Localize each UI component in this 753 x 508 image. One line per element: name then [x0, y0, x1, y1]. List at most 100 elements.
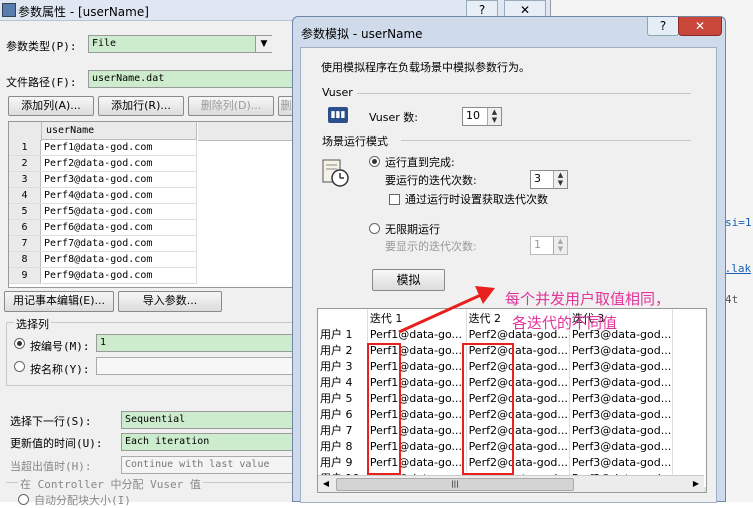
auto-allocate-label: 自动分配块大小(I)	[34, 494, 131, 507]
grid-row-number: 2	[9, 156, 41, 172]
update-value-select[interactable]: Each iteration	[121, 433, 293, 451]
grid-row-number: 4	[9, 188, 41, 204]
vuser-icon: ▮▮▮	[328, 107, 348, 123]
select-column-title: 选择列	[14, 316, 51, 332]
annotation-arrow	[398, 286, 495, 334]
grid-corner	[9, 122, 42, 141]
file-path-label: 文件路径(F):	[6, 76, 77, 89]
results-cell: Perf3@data-god...	[569, 407, 674, 423]
grid-cell[interactable]: Perf2@data-god.com	[42, 156, 197, 172]
display-iterations-value: 1	[534, 238, 541, 251]
results-empty-header	[673, 309, 706, 327]
close-button[interactable]: ✕	[678, 17, 722, 36]
iterations-label: 要运行的迭代次数:	[385, 174, 477, 187]
background-text-fragment: si=1	[725, 216, 752, 229]
scrollbar-thumb[interactable]: |||	[336, 478, 574, 491]
results-empty-cell	[673, 391, 706, 407]
import-parameters-button[interactable]: 导入参数...	[118, 291, 222, 312]
select-by-name-radio[interactable]	[14, 361, 25, 372]
results-row-header: 用户 3	[318, 359, 368, 375]
help-button[interactable]: ?	[647, 17, 679, 36]
vuser-count-value: 10	[466, 109, 480, 122]
chevron-down-icon[interactable]: ▼	[255, 36, 272, 52]
run-until-complete-label: 运行直到完成:	[385, 156, 455, 169]
results-cell: Perf3@data-god...	[569, 391, 674, 407]
scenario-mode-title: 场景运行模式	[322, 135, 388, 148]
results-empty-cell	[673, 343, 706, 359]
grid-row-number: 6	[9, 220, 41, 236]
results-cell: Perf3@data-god...	[569, 343, 674, 359]
grid-cell[interactable]: Perf1@data-god.com	[42, 140, 197, 156]
grid-row-number: 5	[9, 204, 41, 220]
vuser-section-title: Vuser	[322, 86, 353, 99]
results-empty-cell	[673, 327, 706, 343]
results-empty-cell	[673, 439, 706, 455]
run-until-complete-radio[interactable]	[369, 156, 380, 167]
results-empty-cell	[673, 423, 706, 439]
results-cell: Perf3@data-god...	[569, 455, 674, 471]
get-iterations-from-runtime-checkbox[interactable]	[389, 194, 400, 205]
edit-with-notepad-button[interactable]: 用记事本编辑(E)...	[4, 291, 114, 312]
results-row-header: 用户 6	[318, 407, 368, 423]
grid-cell[interactable]: Perf8@data-god.com	[42, 252, 197, 268]
iterations-stepper[interactable]: 3 ▲ ▼	[530, 170, 568, 189]
section-divider	[401, 140, 691, 141]
results-row-header: 用户 7	[318, 423, 368, 439]
scroll-left-arrow-icon[interactable]: ◀	[318, 476, 334, 492]
grid-row-number: 3	[9, 172, 41, 188]
background-text-fragment: 4t	[725, 293, 739, 306]
column-number-input[interactable]: 1	[96, 334, 294, 352]
results-cell: Perf3@data-god...	[569, 423, 674, 439]
description-text: 使用模拟程序在负载场景中模拟参数行为。	[321, 61, 530, 74]
select-by-number-radio[interactable]	[14, 338, 25, 349]
annotation-box-iteration-2	[462, 343, 514, 475]
grid-cell[interactable]: Perf6@data-god.com	[42, 220, 197, 236]
grid-row-number: 1	[9, 140, 41, 156]
grid-cell[interactable]: Perf7@data-god.com	[42, 236, 197, 252]
section-divider	[357, 93, 691, 94]
select-next-row-select[interactable]: Sequential	[121, 411, 293, 429]
stepper-arrows-icon[interactable]: ▲ ▼	[553, 171, 567, 188]
annotation-text-line-2: 各迭代的不同值	[512, 314, 618, 332]
vuser-count-stepper[interactable]: 10 ▲ ▼	[462, 107, 502, 126]
results-row-header: 用户 4	[318, 375, 368, 391]
delete-column-button[interactable]: 删除列(D)...	[188, 96, 274, 116]
param-type-label: 参数类型(P):	[6, 40, 77, 53]
out-of-values-select[interactable]: Continue with last value	[121, 456, 293, 474]
stepper-arrows-icon[interactable]: ▲ ▼	[553, 237, 567, 254]
horizontal-scrollbar[interactable]: ◀ ||| ▶	[318, 475, 704, 492]
parameter-data-grid[interactable]: userName 1 Perf1@data-god.com 2 Perf2@data-…	[8, 121, 300, 288]
grid-cell[interactable]: Perf4@data-god.com	[42, 188, 197, 204]
select-next-row-label: 选择下一行(S):	[10, 415, 92, 428]
stepper-arrows-icon[interactable]: ▲ ▼	[487, 108, 501, 125]
results-cell: Perf3@data-god...	[569, 359, 674, 375]
grid-row-number: 9	[9, 268, 41, 284]
add-column-button[interactable]: 添加列(A)...	[8, 96, 94, 116]
display-iterations-label: 要显示的迭代次数:	[385, 240, 477, 253]
grid-cell[interactable]: Perf5@data-god.com	[42, 204, 197, 220]
results-empty-cell	[673, 359, 706, 375]
grid-column-header[interactable]: userName	[42, 122, 197, 140]
run-indefinitely-label: 无限期运行	[385, 223, 440, 236]
grid-empty-header	[198, 122, 299, 141]
auto-allocate-radio[interactable]	[18, 494, 29, 505]
column-name-select[interactable]	[96, 357, 294, 375]
get-iterations-from-runtime-label: 通过运行时设置获取迭代次数	[405, 193, 548, 206]
param-type-select[interactable]: File	[88, 35, 272, 53]
select-by-number-label: 按编号(M):	[30, 340, 90, 353]
results-row-header: 用户 1	[318, 327, 368, 343]
iterations-value: 3	[534, 172, 541, 185]
results-row-header: 用户 8	[318, 439, 368, 455]
grid-cell[interactable]: Perf9@data-god.com	[42, 268, 197, 284]
annotation-text-line-1: 每个并发用户取值相同，	[505, 290, 685, 308]
scroll-right-arrow-icon[interactable]: ▶	[688, 476, 704, 492]
add-row-button[interactable]: 添加行(R)...	[98, 96, 184, 116]
file-path-input[interactable]: userName.dat	[88, 70, 294, 88]
results-cell: Perf3@data-god...	[569, 439, 674, 455]
select-by-name-label: 按名称(Y):	[30, 363, 90, 376]
grid-cell[interactable]: Perf3@data-god.com	[42, 172, 197, 188]
dialog-title: 参数模拟 - userName	[301, 27, 423, 41]
out-of-values-label: 当超出值时(H):	[10, 460, 92, 473]
run-indefinitely-radio[interactable]	[369, 223, 380, 234]
display-iterations-stepper[interactable]: 1 ▲ ▼	[530, 236, 568, 255]
